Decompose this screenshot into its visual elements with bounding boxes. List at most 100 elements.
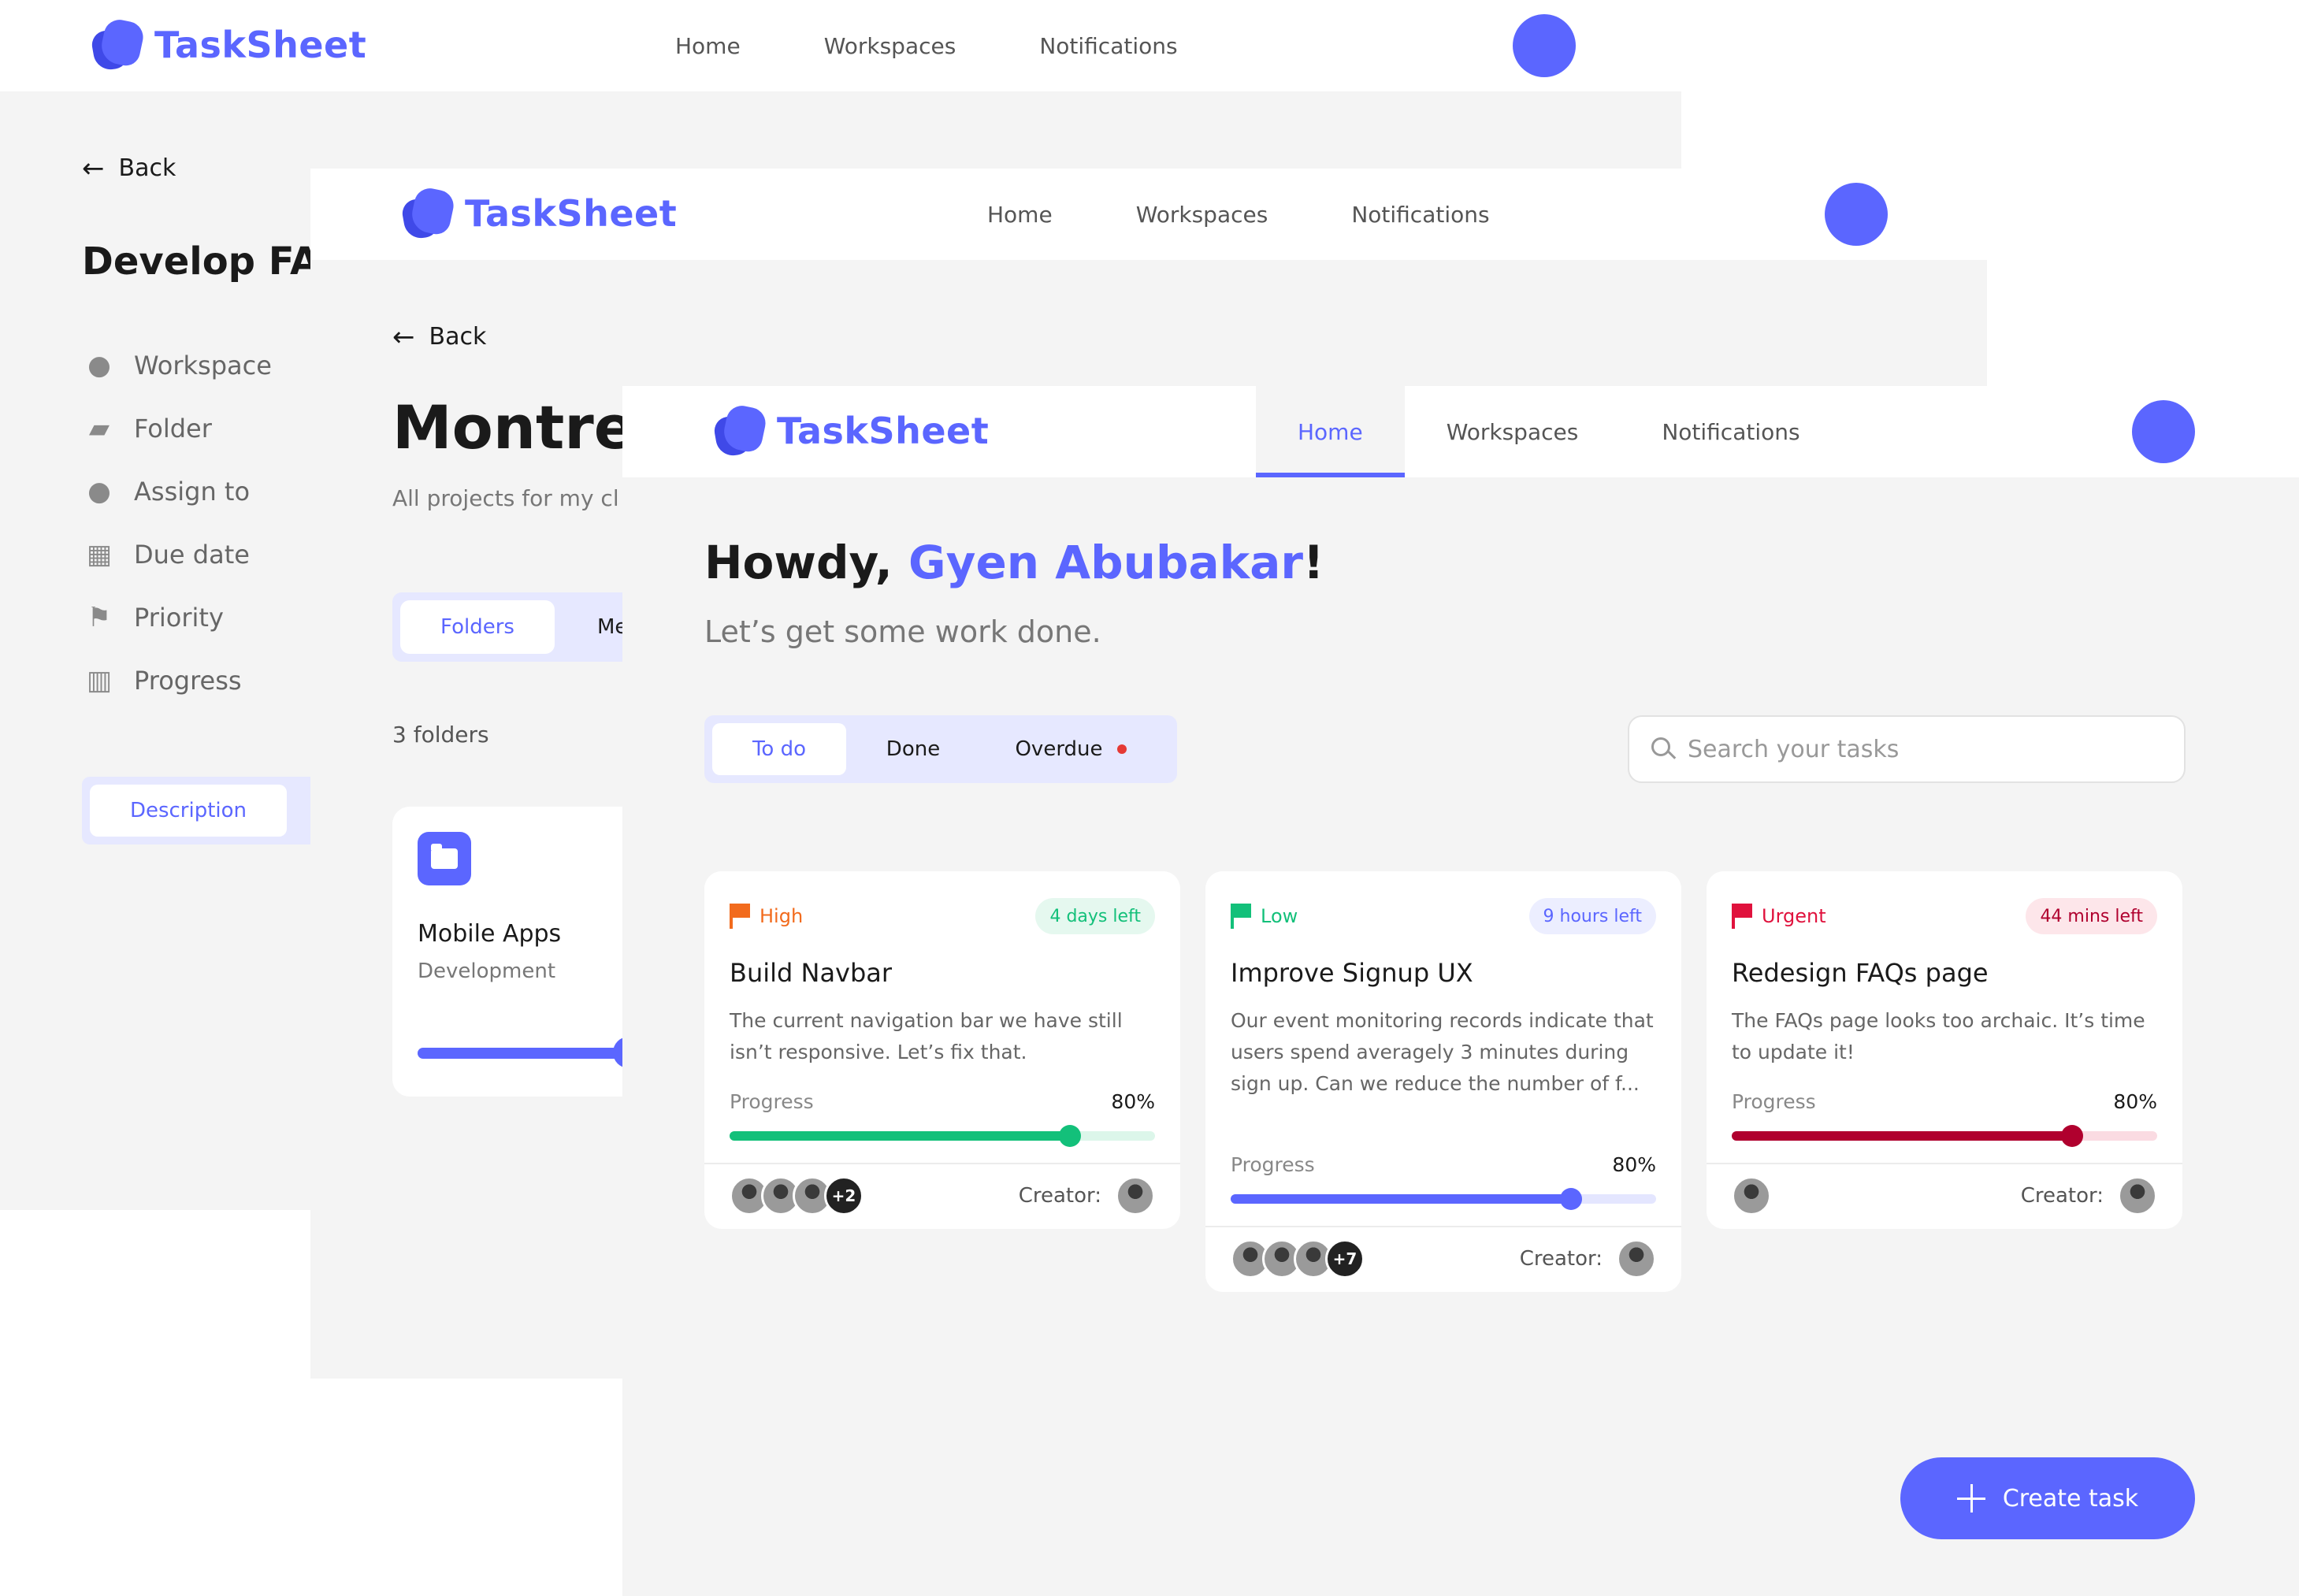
assignee-avatars[interactable]: +2 xyxy=(730,1176,864,1216)
attr-folder[interactable]: ▰ Folder xyxy=(82,397,272,460)
nav-home[interactable]: Home xyxy=(633,0,782,91)
flag-icon xyxy=(730,904,750,929)
task-card[interactable]: Urgent 44 mins left Redesign FAQs page T… xyxy=(1707,871,2182,1229)
attr-assign-to[interactable]: ● Assign to xyxy=(82,460,272,523)
priority-label: High xyxy=(730,904,803,929)
arrow-left-icon: ← xyxy=(82,152,105,184)
calendar-icon: ▦ xyxy=(86,539,113,570)
logo-icon xyxy=(90,17,147,72)
folder-category: Development xyxy=(418,959,556,983)
plus-icon xyxy=(1956,1484,1985,1512)
task-description: The FAQs page looks too archaic. It’s ti… xyxy=(1732,1009,2145,1063)
user-avatar[interactable] xyxy=(1513,14,1576,77)
priority-text: Urgent xyxy=(1762,905,1826,927)
more-assignees-badge: +7 xyxy=(1325,1239,1365,1279)
top-navbar: TaskSheet Home Workspaces Notifications xyxy=(310,169,1987,260)
priority-text: High xyxy=(760,905,804,927)
nav-home[interactable]: Home xyxy=(945,169,1094,260)
task-title: Improve Signup UX xyxy=(1231,958,1473,988)
folder-name: Mobile Apps xyxy=(418,920,562,948)
nav-notifications[interactable]: Notifications xyxy=(1620,386,1841,477)
creator-avatar[interactable] xyxy=(1617,1239,1656,1279)
creator: Creator: xyxy=(2021,1176,2157,1216)
card-divider xyxy=(704,1163,1180,1164)
nav-notifications[interactable]: Notifications xyxy=(1309,169,1531,260)
task-description: The current navigation bar we have still… xyxy=(730,1009,1123,1063)
home-screen: TaskSheet Home Workspaces Notifications … xyxy=(622,386,2299,1596)
search-box[interactable] xyxy=(1628,715,2186,783)
task-title: Build Navbar xyxy=(730,958,893,988)
nav-home[interactable]: Home xyxy=(1256,386,1405,477)
tab-done[interactable]: Done xyxy=(846,723,980,775)
progress-fill xyxy=(1732,1131,2072,1141)
user-avatar[interactable] xyxy=(1825,183,1888,246)
back-button[interactable]: ← Back xyxy=(82,154,176,182)
attr-priority[interactable]: ⚑ Priority xyxy=(82,586,272,649)
task-attribute-list: ● Workspace ▰ Folder ● Assign to ▦ Due d… xyxy=(82,334,272,712)
progress-knob[interactable] xyxy=(2061,1125,2083,1147)
progress-knob[interactable] xyxy=(1059,1125,1081,1147)
nav-workspaces[interactable]: Workspaces xyxy=(782,0,998,91)
overdue-indicator-dot xyxy=(1116,744,1127,754)
nav-notifications[interactable]: Notifications xyxy=(997,0,1219,91)
task-card[interactable]: High 4 days left Build Navbar The curren… xyxy=(704,871,1180,1229)
tab-folders[interactable]: Folders xyxy=(400,600,555,654)
progress-value: 80% xyxy=(1612,1153,1656,1176)
creator-label: Creator: xyxy=(1519,1247,1603,1271)
greeting-subtitle: Let’s get some work done. xyxy=(704,614,1101,649)
create-task-button[interactable]: Create task xyxy=(1900,1457,2195,1539)
user-avatar[interactable] xyxy=(2132,400,2195,463)
progress-knob[interactable] xyxy=(1560,1188,1582,1210)
logo-text: TaskSheet xyxy=(465,192,678,235)
logo-icon xyxy=(400,185,457,241)
people-icon: ● xyxy=(87,350,111,381)
back-label: Back xyxy=(429,323,487,351)
flag-icon xyxy=(1732,904,1752,929)
creator-avatar[interactable] xyxy=(1116,1176,1155,1216)
greeting-prefix: Howdy, xyxy=(704,536,909,589)
back-button[interactable]: ← Back xyxy=(392,323,486,351)
creator-label: Creator: xyxy=(1018,1184,1101,1208)
task-title: Redesign FAQs page xyxy=(1732,958,1989,988)
tab-overdue[interactable]: Overdue xyxy=(980,723,1161,775)
flag-icon: ⚑ xyxy=(87,602,112,633)
task-card[interactable]: Low 9 hours left Improve Signup UX Our e… xyxy=(1205,871,1681,1292)
logo-text: TaskSheet xyxy=(777,410,990,452)
progress-header: Progress 80% xyxy=(1231,1153,1656,1176)
due-badge: 44 mins left xyxy=(2026,898,2157,934)
progress-header: Progress 80% xyxy=(1732,1090,2157,1113)
assignee-avatars[interactable] xyxy=(1732,1176,1771,1216)
create-task-label: Create task xyxy=(2002,1484,2139,1512)
task-filter-tabs: To do Done Overdue xyxy=(704,715,1177,783)
attr-due-date[interactable]: ▦ Due date xyxy=(82,523,272,586)
back-label: Back xyxy=(118,154,176,182)
tab-todo[interactable]: To do xyxy=(712,723,846,775)
priority-label: Low xyxy=(1231,904,1298,929)
greeting: Howdy, Gyen Abubakar! xyxy=(704,536,1324,589)
creator-avatar[interactable] xyxy=(2118,1176,2157,1216)
tab-overdue-label: Overdue xyxy=(1015,737,1103,761)
progress-label: Progress xyxy=(730,1090,814,1113)
card-divider xyxy=(1205,1226,1681,1227)
search-input[interactable] xyxy=(1688,735,2160,763)
logo[interactable]: TaskSheet xyxy=(90,17,366,72)
top-navbar: TaskSheet Home Workspaces Notifications xyxy=(0,0,1681,91)
progress-fill xyxy=(730,1131,1070,1141)
progress-fill xyxy=(1231,1194,1571,1204)
logo[interactable]: TaskSheet xyxy=(712,403,990,458)
nav-workspaces[interactable]: Workspaces xyxy=(1405,386,1621,477)
assignee-avatars[interactable]: +7 xyxy=(1231,1239,1365,1279)
progress-label: Progress xyxy=(1732,1090,1816,1113)
avatar xyxy=(1732,1176,1771,1216)
bar-chart-icon: ▥ xyxy=(86,665,113,696)
logo[interactable]: TaskSheet xyxy=(400,185,678,241)
user-icon: ● xyxy=(87,476,111,507)
attr-workspace[interactable]: ● Workspace xyxy=(82,334,272,397)
attr-progress[interactable]: ▥ Progress xyxy=(82,649,272,712)
tab-description[interactable]: Description xyxy=(90,785,287,837)
priority-label: Urgent xyxy=(1732,904,1826,929)
nav-workspaces[interactable]: Workspaces xyxy=(1094,169,1310,260)
progress-bar xyxy=(1231,1188,1656,1210)
creator: Creator: xyxy=(1520,1239,1656,1279)
greeting-suffix: ! xyxy=(1302,536,1324,589)
